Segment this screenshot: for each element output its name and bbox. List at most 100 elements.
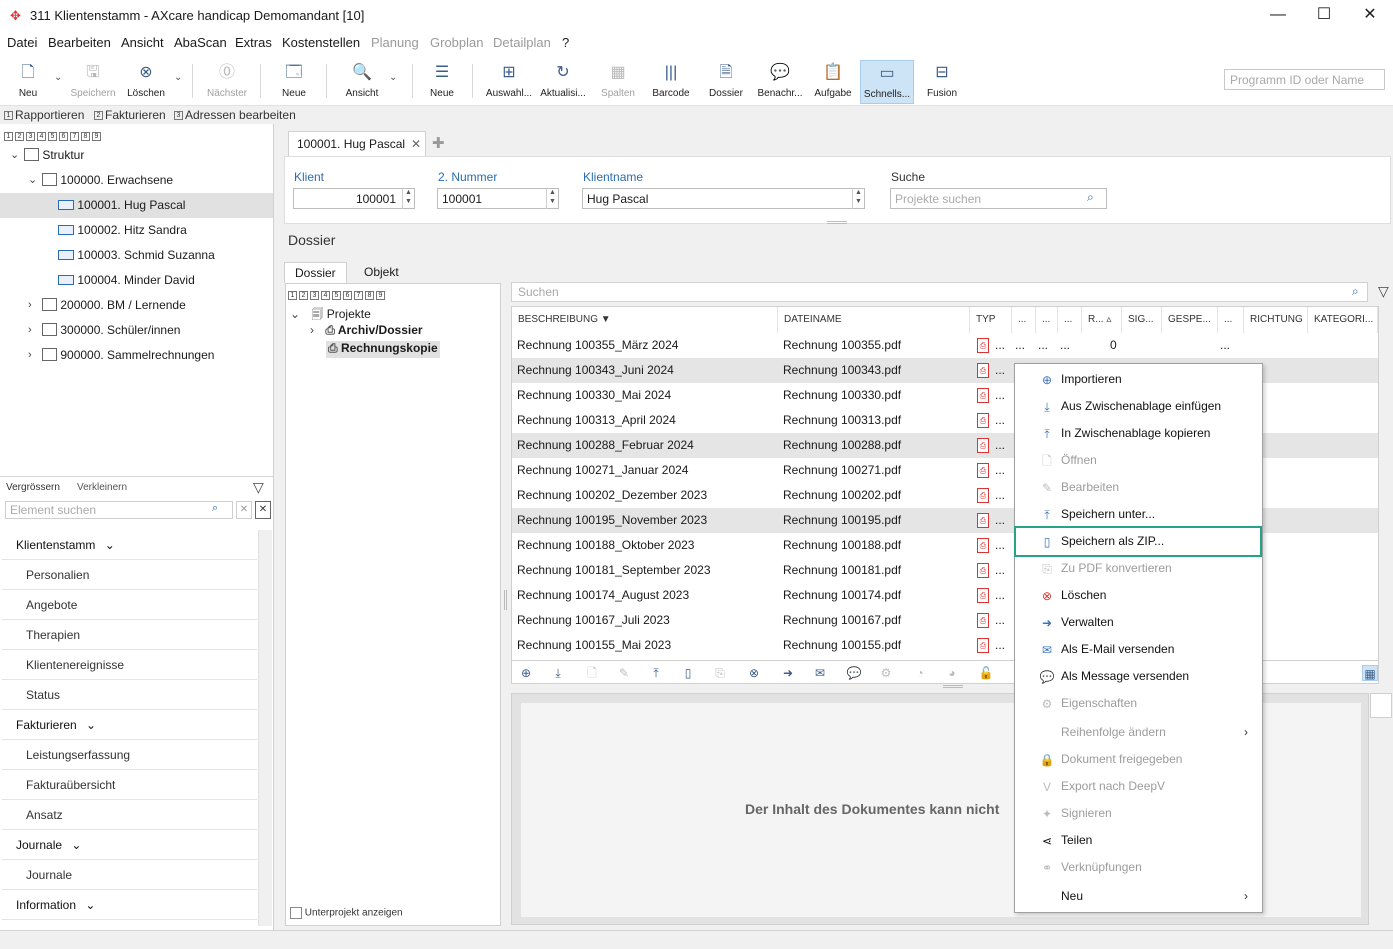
tree-group-bm-lernende[interactable]: › 200000. BM / Lernende <box>0 293 273 318</box>
column-header-richtung[interactable]: RICHTUNG <box>1244 307 1308 333</box>
chevron-down-icon[interactable]: ⌄ <box>290 307 300 321</box>
tree-client-hitz-sandra[interactable]: 100002. Hitz Sandra <box>0 218 273 243</box>
search-icon[interactable]: ⌕ <box>1087 190 1094 205</box>
maximize-button[interactable]: ☐ <box>1301 0 1347 32</box>
column-header-kategorie[interactable]: KATEGORI... <box>1308 307 1378 333</box>
gear-icon[interactable]: ⚙ <box>878 665 894 681</box>
level-2-button[interactable]: 2 <box>299 291 308 301</box>
level-7-button[interactable]: 7 <box>70 132 79 142</box>
toolbar-neue-button[interactable]: 🗔 Neue <box>276 60 312 104</box>
pdf-icon[interactable]: ⎘ <box>712 665 728 681</box>
level-6-button[interactable]: 6 <box>59 132 68 142</box>
nav-sub-item[interactable]: Klientenereignisse <box>2 650 257 680</box>
close-icon[interactable]: ✕ <box>255 501 271 519</box>
context-menu-item[interactable]: ⚙ Eigenschaften <box>1015 690 1262 717</box>
stepper-icon[interactable]: ▲ ▼ <box>546 188 558 209</box>
open-icon[interactable]: 🗋 <box>584 665 600 681</box>
level-2-button[interactable]: 2 <box>15 132 24 142</box>
search-icon[interactable]: ⌕ <box>212 502 218 515</box>
program-id-input[interactable]: Programm ID oder Name <box>1224 69 1385 90</box>
column-header-dateiname[interactable]: DATEINAME <box>778 307 970 333</box>
toolbar-aufgabe-button[interactable]: 📋 Aufgabe <box>810 60 856 104</box>
quick-item-rapportieren[interactable]: 1 Rapportieren <box>4 108 84 122</box>
context-menu-item[interactable]: 🗋 Öffnen <box>1015 447 1262 474</box>
quick-item-fakturieren[interactable]: 2 Fakturieren <box>94 108 166 122</box>
chevron-down-icon[interactable]: ⌄ <box>54 72 62 83</box>
level-9-button[interactable]: 9 <box>376 291 385 301</box>
chevron-down-icon[interactable]: ⌄ <box>389 72 397 83</box>
menu-kostenstellen[interactable]: Kostenstellen <box>282 35 360 50</box>
chevron-down-icon[interactable]: ⌄ <box>82 898 95 912</box>
splitter-handle[interactable] <box>943 685 963 688</box>
context-menu-item[interactable]: ✎ Bearbeiten <box>1015 474 1262 501</box>
toolbar-dossier-button[interactable]: 🗎 Dossier <box>704 60 748 104</box>
toolbar-loeschen-button[interactable]: ⊗ Löschen <box>122 60 170 104</box>
column-header-beschreibung[interactable]: BESCHREIBUNG ▼ <box>512 307 778 333</box>
context-menu-item[interactable]: ➜ Verwalten <box>1015 609 1262 636</box>
level-3-button[interactable]: 3 <box>310 291 319 301</box>
tree-archiv-dossier[interactable]: › ⎙ Archiv/Dossier <box>310 323 423 341</box>
toolbar-aktualisieren-button[interactable]: ↻ Aktualisi... <box>538 60 588 104</box>
element-search-input[interactable]: Element suchen <box>5 501 233 519</box>
nav-head-item[interactable]: Klientenstamm ⌄ <box>2 530 257 560</box>
nav-sub-item[interactable]: Ansatz <box>2 800 257 830</box>
context-menu-item[interactable]: Neu › <box>1015 883 1262 910</box>
quick-item-adressen[interactable]: 3 Adressen bearbeiten <box>174 108 296 122</box>
import-icon[interactable]: ⊕ <box>518 665 534 681</box>
column-header-gesperrt[interactable]: GESPE... <box>1162 307 1218 333</box>
level-3-button[interactable]: 3 <box>26 132 35 142</box>
tab-dossier[interactable]: Dossier <box>284 262 347 283</box>
search-icon[interactable]: ⌕ <box>1352 284 1359 299</box>
tree-group-sammelrechnungen[interactable]: › 900000. Sammelrechnungen <box>0 343 273 368</box>
document-tab[interactable]: 100001. Hug Pascal ✕ <box>288 131 426 156</box>
nav-head-item[interactable]: Journale ⌄ <box>2 830 257 860</box>
lock-icon[interactable]: 🔓 <box>978 665 994 681</box>
message-icon[interactable]: 💬 <box>846 665 862 681</box>
chevron-right-icon[interactable]: › <box>28 318 32 343</box>
tree-group-erwachsene[interactable]: ⌄ 100000. Erwachsene <box>0 168 273 193</box>
close-button[interactable]: ✕ <box>1347 0 1393 32</box>
level-5-button[interactable]: 5 <box>48 132 57 142</box>
manage-icon[interactable]: ➜ <box>780 665 796 681</box>
tree-rechnungskopie[interactable]: ⎙ Rechnungskopie <box>326 341 440 358</box>
column-header-typ[interactable]: TYP <box>970 307 1012 333</box>
tree-client-schmid-suzanna[interactable]: 100003. Schmid Suzanna <box>0 243 273 268</box>
column-header-r[interactable]: R... ▵ <box>1082 307 1122 333</box>
column-header-more[interactable]: ... <box>1036 307 1058 333</box>
context-menu-item[interactable]: ⚭ Verknüpfungen <box>1015 854 1262 881</box>
email-icon[interactable]: ✉ <box>812 665 828 681</box>
context-menu-item[interactable]: 💬 Als Message versenden <box>1015 663 1262 690</box>
toolbar-auswahl-button[interactable]: ⊞ Auswahl... <box>484 60 534 104</box>
toolbar-spalten-button[interactable]: ▦ Spalten <box>596 60 640 104</box>
nav-sub-item[interactable]: Leistungserfassung <box>2 740 257 770</box>
splitter-handle[interactable] <box>827 221 847 224</box>
nav-sub-item[interactable]: Therapien <box>2 620 257 650</box>
toolbar-schnells-button[interactable]: ▭ Schnells... <box>860 60 914 104</box>
level-4-button[interactable]: 4 <box>37 132 46 142</box>
chevron-down-icon[interactable]: ⌄ <box>174 72 182 83</box>
upload-icon[interactable]: ⤒ <box>648 665 664 681</box>
level-8-button[interactable]: 8 <box>81 132 90 142</box>
checkbox-icon[interactable] <box>290 907 302 919</box>
filter-icon[interactable]: ▽ <box>253 479 264 496</box>
close-tab-icon[interactable]: ✕ <box>411 132 421 156</box>
nav-sub-item[interactable]: Status <box>2 680 257 710</box>
zoom-in-button[interactable]: Vergrössern <box>6 482 60 493</box>
toolbar-neue2-button[interactable]: ☰ Neue <box>424 60 460 104</box>
order-up-icon[interactable]: ◔ <box>912 665 928 681</box>
level-1-button[interactable]: 1 <box>288 291 297 301</box>
unterprojekt-checkbox[interactable]: Unterprojekt anzeigen <box>290 907 403 919</box>
grid-view-icon[interactable]: ▦ <box>1362 665 1378 681</box>
document-search-input[interactable]: Suchen <box>511 282 1368 302</box>
context-menu-item[interactable]: ⋖ Teilen <box>1015 827 1262 854</box>
nav-sub-item[interactable]: Angebote <box>2 590 257 620</box>
zoom-out-button[interactable]: Verkleinern <box>77 482 127 493</box>
context-menu-item[interactable]: ⤒ Speichern unter... <box>1015 501 1262 528</box>
toolbar-barcode-button[interactable]: ||| Barcode <box>648 60 694 104</box>
menu-extras[interactable]: Extras <box>235 35 272 50</box>
tree-client-hug-pascal[interactable]: 100001. Hug Pascal <box>0 193 273 218</box>
context-menu-item[interactable]: ⤓ Aus Zwischenablage einfügen <box>1015 393 1262 420</box>
nav-head-item[interactable]: Fakturieren ⌄ <box>2 710 257 740</box>
menu-datei[interactable]: Datei <box>7 35 37 50</box>
menu-detailplan[interactable]: Detailplan <box>493 35 551 50</box>
